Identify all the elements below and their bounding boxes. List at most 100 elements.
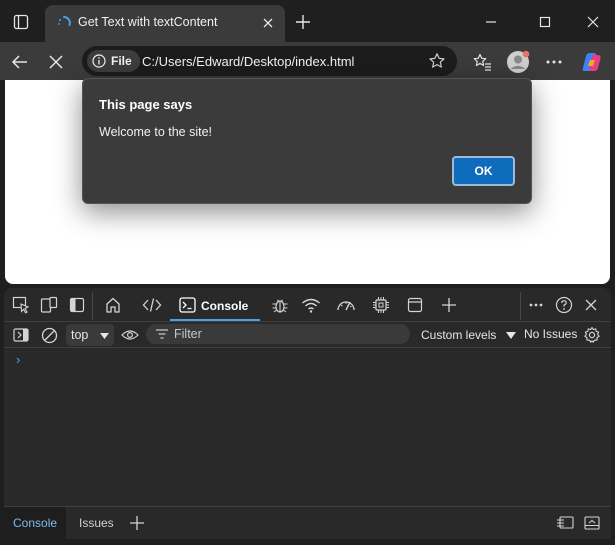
collapse-drawer-icon [584,516,600,530]
sources-tab[interactable] [269,294,291,316]
back-arrow-icon [11,55,27,69]
alert-message: Welcome to the site! [99,125,213,139]
bug-icon [272,299,288,313]
elements-tab[interactable] [141,294,163,316]
minimize-button[interactable] [476,8,506,36]
toolbar-divider [520,292,521,320]
settings-more-button[interactable] [540,48,568,76]
console-output[interactable]: › [4,348,611,506]
alert-title: This page says [99,97,193,112]
stop-loading-button[interactable] [42,48,70,76]
inspect-element-button[interactable] [10,294,32,316]
chip-icon [373,297,389,313]
tab-actions-button[interactable] [7,8,35,36]
gear-icon [584,326,600,343]
context-selector[interactable]: top [66,324,114,346]
close-window-icon [587,16,599,28]
stop-x-icon [49,55,63,69]
show-sidebar-icon [13,328,29,342]
drawer-tab-issues[interactable]: Issues [70,507,123,539]
copilot-icon [582,53,601,71]
toolbar-divider [92,292,93,320]
issues-counter[interactable]: No Issues [524,327,577,341]
maximize-button[interactable] [530,8,560,36]
close-icon [585,299,597,311]
close-icon [263,18,273,28]
file-chip-label: File [111,54,132,68]
console-sidebar-toggle[interactable] [10,324,32,346]
profile-button[interactable] [504,48,532,76]
code-brackets-icon [142,298,162,312]
favorite-star-icon[interactable] [428,52,446,70]
filter-input[interactable]: Filter [146,324,410,344]
maximize-icon [539,16,551,28]
devtools-panel: Console top Filter Custom levels No Issu… [4,288,611,539]
chevron-down-icon [505,332,516,340]
live-expression-button[interactable] [119,324,141,346]
copilot-button[interactable] [578,48,606,76]
favorites-icon [473,53,491,71]
welcome-tab[interactable] [102,294,124,316]
drawer-add-tab-button[interactable] [126,512,148,534]
dock-icon [557,516,574,529]
more-dots-icon [546,60,562,64]
browser-tab[interactable]: Get Text with textContent [45,5,285,42]
plus-icon [296,15,310,29]
url-text[interactable]: C:/Users/Edward/Desktop/index.html [142,54,354,69]
drawer-collapse-button[interactable] [581,512,603,534]
log-levels-label: Custom levels [421,328,497,342]
tab-close-button[interactable] [259,14,277,32]
loading-spinner-icon [58,16,71,26]
active-tab-indicator [170,319,260,321]
devtools-tab-bar: Console [4,288,611,322]
console-toolbar: top Filter Custom levels No Issues [4,322,611,348]
drawer-tab-console[interactable]: Console [4,507,67,539]
plus-icon [130,516,144,530]
new-tab-button[interactable] [292,11,314,33]
sidebar-icon [69,297,85,313]
clear-console-button[interactable] [38,324,60,346]
log-levels-dropdown[interactable]: Custom levels [421,328,516,342]
tab-console[interactable]: Console [170,288,260,322]
minimize-icon [486,21,496,23]
eye-icon [121,330,139,340]
plus-icon [442,298,456,312]
network-tab[interactable] [300,294,322,316]
filter-icon [156,329,168,339]
more-dots-icon [529,303,543,307]
more-tools-button[interactable] [438,294,460,316]
application-tab[interactable] [404,294,426,316]
tab-title: Get Text with textContent [78,15,218,29]
alert-dialog: This page says Welcome to the site! OK [82,78,532,204]
devtools-drawer: Console Issues [4,506,611,539]
help-button[interactable] [553,294,575,316]
close-devtools-button[interactable] [580,294,602,316]
console-prompt[interactable]: › [16,352,20,367]
info-icon [92,54,106,68]
console-settings-button[interactable] [581,324,603,346]
device-emulation-button[interactable] [38,294,60,316]
home-icon [106,297,120,313]
avatar [507,50,530,73]
context-selector-value: top [71,328,89,342]
issues-label: No Issues [524,327,578,341]
performance-tab[interactable] [335,294,357,316]
address-bar[interactable]: File C:/Users/Edward/Desktop/index.html [82,46,457,76]
site-info-chip[interactable]: File [87,50,140,72]
console-tab-label: Console [201,299,249,313]
inspect-element-icon [12,296,30,314]
clear-circle-icon [41,327,57,343]
gauge-icon [337,301,355,311]
application-window-icon [407,297,423,313]
back-button[interactable] [6,48,34,76]
filter-placeholder: Filter [174,327,202,341]
devtools-more-button[interactable] [525,294,547,316]
toggle-sidebar-button[interactable] [66,294,88,316]
drawer-dock-button[interactable] [554,512,576,534]
device-emulation-icon [40,296,58,313]
title-bar: Get Text with textContent [0,0,615,42]
ok-button[interactable]: OK [452,156,515,186]
memory-tab[interactable] [370,294,392,316]
favorites-button[interactable] [468,48,496,76]
close-window-button[interactable] [578,8,608,36]
